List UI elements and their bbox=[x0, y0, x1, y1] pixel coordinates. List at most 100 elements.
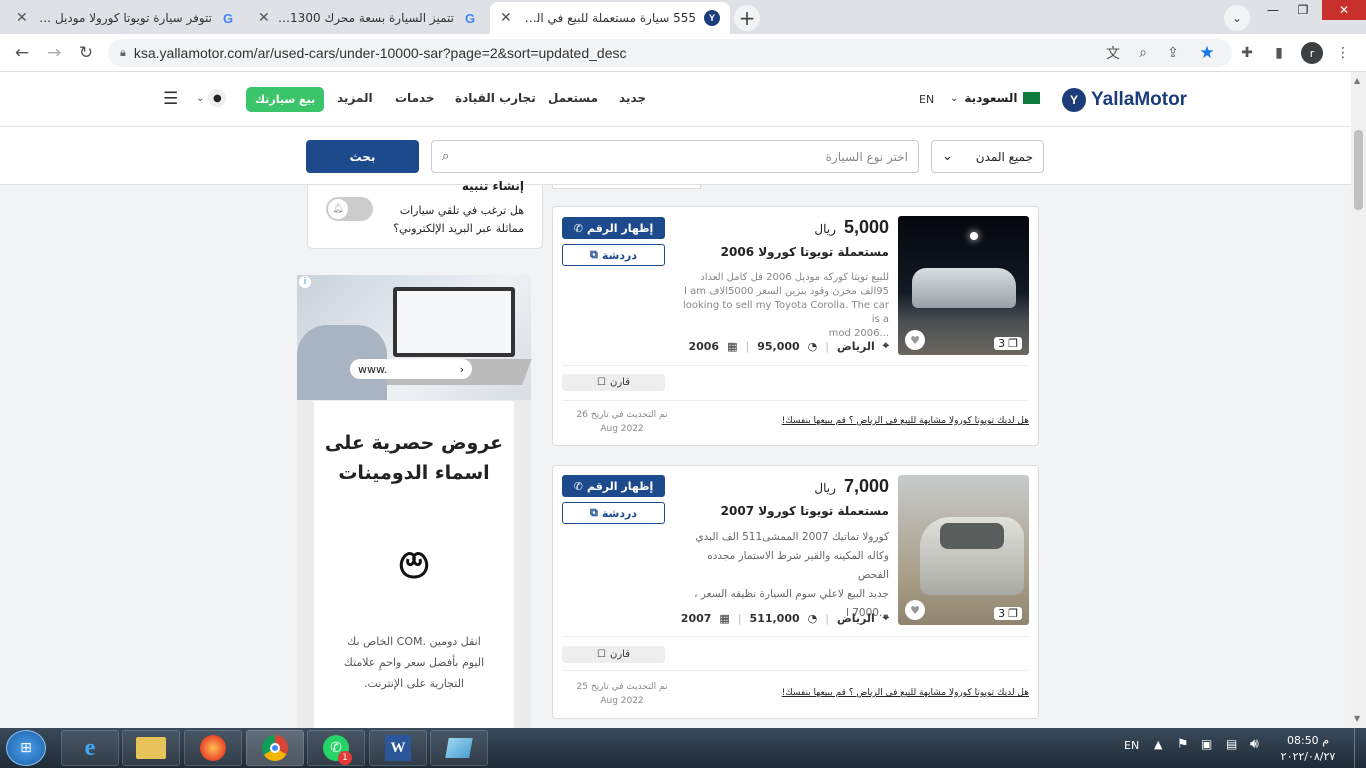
minimize-button[interactable]: — bbox=[1258, 0, 1288, 20]
alert-toggle[interactable]: 🔔︎ bbox=[326, 197, 373, 221]
car-type-input[interactable]: اختر نوع السيارة ⌕ bbox=[431, 140, 919, 173]
close-icon[interactable]: ✕ bbox=[16, 10, 28, 26]
compare-checkbox[interactable]: ☐ قارن bbox=[562, 646, 665, 663]
tab-google-2[interactable]: G تتوفر سيارة تويوتا كورولا موديل 2003 ب… bbox=[6, 2, 246, 34]
nav-more[interactable]: المزيد bbox=[337, 91, 373, 105]
heart-icon[interactable]: ♥ bbox=[905, 330, 925, 350]
nav-services[interactable]: خدمات bbox=[395, 91, 435, 105]
new-tab-button[interactable]: + bbox=[734, 5, 760, 31]
zoom-icon[interactable]: ⌕ bbox=[1133, 43, 1153, 63]
volume-icon[interactable]: 🔊︎ bbox=[1250, 736, 1259, 752]
network-icon[interactable]: ▤ bbox=[1226, 737, 1237, 751]
phone-icon: ✆ bbox=[573, 221, 583, 235]
search-button[interactable]: بحث bbox=[306, 140, 419, 173]
yallamotor-logo[interactable]: Y YallaMotor bbox=[1062, 88, 1187, 112]
scroll-down-icon[interactable]: ▼ bbox=[1354, 714, 1360, 723]
language-toggle[interactable]: EN bbox=[919, 93, 934, 106]
show-number-label: إظهار الرقم bbox=[586, 221, 654, 235]
reload-icon[interactable]: ↻ bbox=[74, 42, 98, 64]
word-glyph: W bbox=[385, 735, 411, 761]
listing-title[interactable]: مستعملة تويوتا كورولا 2006 bbox=[721, 245, 889, 259]
listing-card[interactable]: 3 ❐ ♥ 5,000 ريال مستعملة تويوتا كورولا 20… bbox=[552, 206, 1039, 446]
menu-dots-icon[interactable]: ⋮ bbox=[1333, 43, 1353, 63]
show-desktop-button[interactable] bbox=[1354, 728, 1366, 768]
card-divider bbox=[562, 670, 1029, 671]
language-indicator[interactable]: EN bbox=[1124, 739, 1139, 752]
card-divider bbox=[562, 636, 1029, 637]
compare-checkbox[interactable]: ☐ قارن bbox=[562, 374, 665, 391]
updated-date: تم التحديث في تاريخ 26 Aug 2022 bbox=[576, 410, 668, 434]
listing-city: الرياض bbox=[836, 339, 875, 353]
file-explorer-icon[interactable] bbox=[122, 730, 180, 766]
sell-similar-link[interactable]: هل لديك تويوتا كورولا مشابهة للبيع في ال… bbox=[782, 688, 1029, 698]
scroll-up-icon[interactable]: ▲ bbox=[1354, 76, 1360, 85]
extensions-icon[interactable]: ✚ bbox=[1237, 43, 1257, 63]
side-panel-icon[interactable]: ▮ bbox=[1269, 43, 1289, 63]
clock[interactable]: 08:50 م ٢٠٢٢/٠٨/٢٧ bbox=[1280, 733, 1336, 765]
listing-card[interactable]: 3 ❐ ♥ 7,000 ريال مستعملة تويوتا كورولا 20… bbox=[552, 465, 1039, 719]
close-icon[interactable]: ✕ bbox=[500, 10, 512, 26]
flag-icon[interactable]: ⚑ bbox=[1177, 737, 1189, 752]
meta-separator: | bbox=[737, 611, 742, 625]
nav-used[interactable]: مستعمل bbox=[548, 91, 598, 105]
window-close-button[interactable]: ✕ bbox=[1322, 0, 1366, 20]
forward-arrow-icon[interactable]: → bbox=[42, 42, 66, 64]
notes-app-icon[interactable] bbox=[430, 730, 488, 766]
device-icon[interactable]: ▣ bbox=[1201, 737, 1212, 751]
word-icon[interactable]: W bbox=[369, 730, 427, 766]
whatsapp-icon[interactable]: ✆ 1 bbox=[307, 730, 365, 766]
location-pin-icon: ⌖ bbox=[882, 339, 889, 352]
start-button[interactable]: ⊞ bbox=[6, 730, 46, 766]
hamburger-menu-icon[interactable]: ☰ bbox=[163, 89, 178, 109]
laptop-screen bbox=[393, 287, 515, 357]
chrome-icon[interactable] bbox=[246, 730, 304, 766]
tab-google-1[interactable]: G تتميز السيارة بسعة محرك 1300 سي سي، ✕ bbox=[248, 2, 488, 34]
alert-text: هل ترغب في تلقي سيارات مماثلة عبر البريد… bbox=[393, 204, 524, 235]
show-hidden-icons-icon[interactable]: ▲ bbox=[1154, 738, 1162, 751]
tab-yallamotor[interactable]: Y 555 سيارة مستعملة للبيع في السعودية | … bbox=[490, 2, 730, 34]
nav-test-drives[interactable]: تجارب القيادة bbox=[455, 91, 536, 105]
internet-explorer-icon[interactable]: e bbox=[61, 730, 119, 766]
close-icon[interactable]: ✕ bbox=[258, 10, 270, 26]
share-icon[interactable]: ⇪ bbox=[1163, 43, 1183, 63]
browser-toolbar: ← → ↻ 🔒︎ ksa.yallamotor.com/ar/used-cars… bbox=[0, 34, 1366, 72]
car-type-placeholder: اختر نوع السيارة bbox=[825, 149, 908, 164]
back-arrow-icon[interactable]: ← bbox=[10, 42, 34, 64]
sell-similar-link[interactable]: هل لديك تويوتا كورولا مشابهة للبيع في ال… bbox=[782, 416, 1029, 426]
country-selector[interactable]: السعودية ⌄ bbox=[950, 91, 1041, 105]
heart-icon[interactable]: ♥ bbox=[905, 600, 925, 620]
translate-icon[interactable]: 文 bbox=[1103, 43, 1123, 63]
firefox-icon[interactable] bbox=[184, 730, 242, 766]
ad-url-pill: www. › bbox=[350, 359, 472, 379]
profile-avatar[interactable]: r bbox=[1301, 42, 1323, 64]
user-menu[interactable]: ⌄ ● bbox=[196, 89, 227, 107]
scrollbar-thumb[interactable] bbox=[1354, 130, 1363, 210]
chrome-center bbox=[270, 743, 280, 753]
city-select[interactable]: جميع المدن ⌄ bbox=[931, 140, 1044, 173]
listing-year: 2007 bbox=[680, 611, 712, 625]
nav-new[interactable]: جديد bbox=[619, 91, 646, 105]
chat-button[interactable]: ⧉ دردشة bbox=[562, 244, 665, 266]
show-number-button[interactable]: ✆ إظهار الرقم bbox=[562, 475, 665, 497]
site-header: Y YallaMotor السعودية ⌄ EN جديد مستعمل ت… bbox=[0, 72, 1351, 127]
advertisement[interactable]: www. › i عروض حصرية على اسماء الدومينات … bbox=[297, 275, 532, 768]
restore-button[interactable]: ❐ bbox=[1288, 0, 1318, 20]
listing-price: 7,000 ريال bbox=[814, 476, 889, 497]
listing-photo[interactable]: 3 ❐ ♥ bbox=[898, 216, 1029, 355]
location-pin-icon: ⌖ bbox=[882, 611, 889, 624]
sell-car-button[interactable]: بيع سيارتك bbox=[246, 87, 325, 112]
show-number-button[interactable]: ✆ إظهار الرقم bbox=[562, 217, 665, 239]
show-number-label: إظهار الرقم bbox=[586, 479, 654, 493]
bookmark-star-icon[interactable]: ★ bbox=[1197, 43, 1217, 63]
tab-title: 555 سيارة مستعملة للبيع في السعودية | ..… bbox=[520, 11, 696, 25]
listing-title[interactable]: مستعملة تويوتا كورولا 2007 bbox=[721, 504, 889, 518]
address-bar[interactable]: 🔒︎ ksa.yallamotor.com/ar/used-cars/under… bbox=[108, 39, 1232, 67]
clock-time: 08:50 م bbox=[1286, 734, 1329, 747]
listing-mileage: 95,000 bbox=[757, 339, 800, 353]
tab-search-icon[interactable]: ⌄ bbox=[1224, 5, 1250, 31]
listing-photo[interactable]: 3 ❐ ♥ bbox=[898, 475, 1029, 625]
chat-button[interactable]: ⧉ دردشة bbox=[562, 502, 665, 524]
adchoices-info-icon[interactable]: i bbox=[299, 276, 311, 288]
meta-separator: | bbox=[825, 611, 829, 625]
page-scrollbar[interactable]: ▲ ▼ bbox=[1351, 72, 1366, 728]
